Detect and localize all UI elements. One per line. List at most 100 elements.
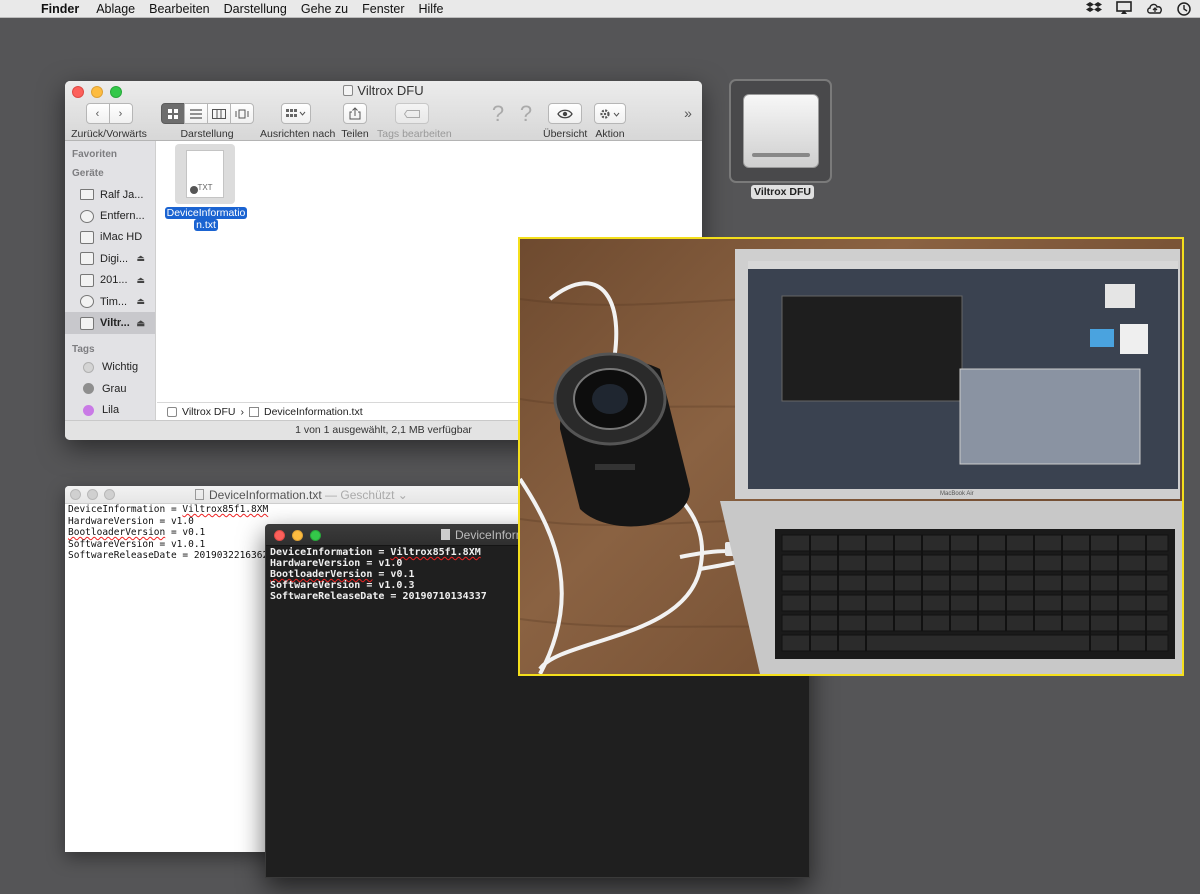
coverflow-view-button[interactable]: [229, 103, 254, 124]
lens-icon: [553, 352, 690, 527]
minimize-button[interactable]: [292, 530, 303, 541]
photo-overlay: MacBook Air: [518, 237, 1184, 676]
photo-lens-laptop: MacBook Air: [520, 249, 1182, 674]
status-icons: [1086, 1, 1192, 17]
computer-icon: [80, 189, 94, 201]
sidebar-item-remote-disc[interactable]: Entfern...: [65, 205, 155, 226]
view-label: Darstellung: [180, 128, 234, 140]
icloud-upload-icon[interactable]: [1146, 1, 1162, 17]
column-view-button[interactable]: [206, 103, 231, 124]
question-icon[interactable]: ?: [488, 103, 508, 125]
menu-bearbeiten[interactable]: Bearbeiten: [142, 2, 216, 16]
nav-group: ‹ › Zurück/Vorwärts: [70, 103, 148, 140]
tag-dot-icon: [83, 361, 94, 373]
eject-icon[interactable]: ⏏: [136, 253, 145, 264]
eject-icon[interactable]: ⏏: [136, 318, 145, 329]
forward-button[interactable]: ›: [108, 103, 133, 124]
list-view-button[interactable]: [183, 103, 208, 124]
close-button[interactable]: [274, 530, 285, 541]
coverflow-icon: [235, 109, 248, 118]
finder-toolbar: Viltrox DFU ‹ › Zurück/Vorwärts Darstell…: [65, 81, 702, 141]
edit-tags-button[interactable]: [395, 103, 429, 124]
drive-small-icon: [343, 85, 354, 96]
disk-icon: [80, 252, 94, 266]
file-name[interactable]: DeviceInformatio n.txt: [163, 207, 249, 231]
help-group-1: ?: [488, 103, 508, 125]
window-controls: [70, 489, 115, 500]
arrange-label: Ausrichten nach: [260, 128, 336, 140]
terminal-title: DeviceInform: [441, 528, 526, 542]
action-group: Aktion: [592, 103, 628, 140]
remote-disc-icon: [80, 209, 94, 223]
tag-icon: [404, 109, 420, 118]
arrange-button[interactable]: [281, 103, 311, 124]
sidebar-item-viltrox[interactable]: Viltr... ⏏: [65, 312, 155, 334]
sidebar-tag-grau[interactable]: Grau: [65, 378, 155, 399]
zoom-button[interactable]: [104, 489, 115, 500]
hard-disk-icon: [80, 230, 94, 244]
tag-dot-icon: [83, 404, 94, 416]
disk-icon: [80, 273, 94, 287]
time-machine-icon[interactable]: [1176, 1, 1192, 17]
sidebar-item-digi[interactable]: Digi... ⏏: [65, 248, 155, 269]
path-separator: ›: [240, 405, 244, 418]
tags-group: Tags bearbeiten: [377, 103, 452, 140]
sidebar-tag-wichtig[interactable]: Wichtig: [65, 357, 155, 378]
more-chevron-icon[interactable]: »: [680, 105, 696, 121]
share-button[interactable]: [343, 103, 367, 124]
action-label: Aktion: [595, 128, 625, 140]
textedit-title: DeviceInformation.txt — Geschützt ⌄: [195, 488, 408, 502]
share-icon: [349, 107, 361, 120]
icon-view-button[interactable]: [160, 103, 185, 124]
path-file[interactable]: DeviceInformation.txt: [264, 406, 363, 418]
action-button[interactable]: [594, 103, 626, 124]
chevron-right-icon: ›: [118, 107, 123, 120]
file-small-icon: [248, 406, 259, 417]
arrange-icon: [286, 108, 306, 117]
overview-label: Übersicht: [543, 128, 588, 140]
quicklook-button[interactable]: [548, 103, 582, 124]
txt-file-icon[interactable]: TXT: [175, 144, 235, 204]
arrange-group: Ausrichten nach: [260, 103, 336, 140]
gear-icon: [600, 108, 620, 119]
time-machine-disk-icon: [80, 295, 94, 309]
sidebar-item-time-machine[interactable]: Tim... ⏏: [65, 291, 155, 312]
share-label: Teilen: [341, 128, 369, 140]
view-group: Darstellung: [159, 103, 255, 140]
help-group-2: ?: [516, 103, 536, 125]
more-group: »: [680, 105, 696, 121]
menu-ablage[interactable]: Ablage: [89, 2, 142, 16]
sidebar-item-201[interactable]: 201... ⏏: [65, 270, 155, 291]
sidebar-item-computer[interactable]: Ralf Ja...: [65, 184, 155, 205]
finder-sidebar: Favoriten Geräte Ralf Ja... Entfern... i…: [65, 141, 156, 420]
document-icon: [195, 489, 204, 500]
disk-icon: [80, 316, 94, 330]
sidebar-item-imac-hd[interactable]: iMac HD: [65, 227, 155, 248]
eject-icon[interactable]: ⏏: [136, 296, 145, 307]
favorites-heading: Favoriten: [72, 149, 118, 160]
path-root[interactable]: Viltrox DFU: [182, 406, 235, 418]
share-group: Teilen: [337, 103, 373, 140]
airplay-icon[interactable]: [1116, 1, 1132, 17]
window-title: Viltrox DFU: [65, 83, 702, 98]
back-button[interactable]: ‹: [85, 103, 110, 124]
sidebar-tag-lila[interactable]: Lila: [65, 400, 155, 420]
question-icon-2[interactable]: ?: [516, 103, 536, 125]
menu-gehe-zu[interactable]: Gehe zu: [294, 2, 355, 16]
close-button[interactable]: [70, 489, 81, 500]
tags-heading: Tags: [72, 343, 95, 355]
dropbox-icon[interactable]: [1086, 1, 1102, 17]
zoom-button[interactable]: [310, 530, 321, 541]
menu-fenster[interactable]: Fenster: [355, 2, 411, 16]
minimize-button[interactable]: [87, 489, 98, 500]
tag-dot-icon: [83, 383, 94, 395]
menu-darstellung[interactable]: Darstellung: [217, 2, 294, 16]
menu-finder[interactable]: Finder: [34, 2, 89, 16]
desktop-drive-label[interactable]: Viltrox DFU: [751, 185, 814, 199]
window-controls: [274, 530, 321, 541]
desktop-drive-icon[interactable]: [729, 79, 832, 183]
external-disk-icon: [743, 94, 819, 168]
chevron-left-icon: ‹: [95, 107, 100, 120]
menu-hilfe[interactable]: Hilfe: [412, 2, 451, 16]
eject-icon[interactable]: ⏏: [136, 275, 145, 286]
